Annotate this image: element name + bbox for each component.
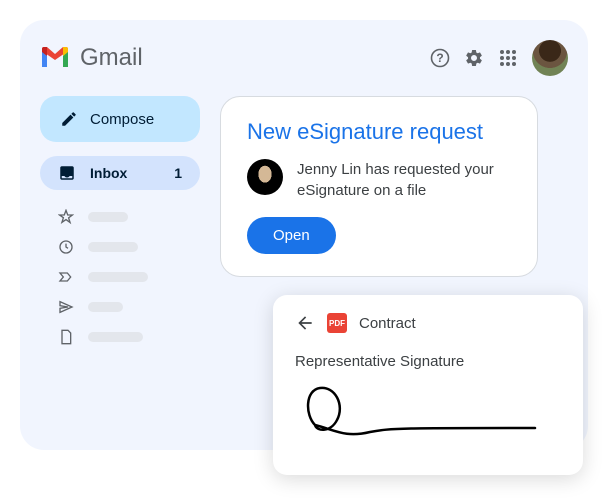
placeholder [88,272,148,282]
back-arrow-icon[interactable] [295,313,315,333]
apps-grid-icon[interactable] [498,48,518,68]
user-avatar[interactable] [532,40,568,76]
card-title: New eSignature request [247,119,511,145]
card-message: Jenny Lin has requested your eSignature … [297,159,511,201]
app-title: Gmail [80,44,143,72]
clock-icon [58,239,74,255]
send-icon [58,299,74,315]
pencil-icon [60,110,78,128]
sidebar-item-starred[interactable] [40,202,200,232]
gmail-logo-icon [40,47,70,69]
header-left: Gmail [40,44,143,72]
sidebar: Compose Inbox 1 [40,96,200,352]
sidebar-item-snoozed[interactable] [40,232,200,262]
inbox-icon [58,164,76,182]
esignature-card: New eSignature request Jenny Lin has req… [220,96,538,277]
inbox-count: 1 [174,165,182,181]
signature-header: PDF Contract [295,313,561,333]
signature-drawing [295,380,555,440]
card-row: Jenny Lin has requested your eSignature … [247,159,511,201]
placeholder [88,302,123,312]
svg-text:?: ? [436,51,443,65]
signature-field-label: Representative Signature [295,353,561,370]
help-icon[interactable]: ? [430,48,450,68]
open-button[interactable]: Open [247,217,336,254]
signature-panel: PDF Contract Representative Signature [273,295,583,475]
file-icon [58,329,74,345]
placeholder [88,212,128,222]
star-icon [58,209,74,225]
sender-avatar [247,159,283,195]
placeholder [88,332,143,342]
important-icon [58,269,74,285]
header-right: ? [430,40,568,76]
signature-filename: Contract [359,315,416,332]
header: Gmail ? [40,40,568,76]
inbox-label: Inbox [90,165,174,181]
gear-icon[interactable] [464,48,484,68]
sidebar-item-sent[interactable] [40,292,200,322]
sidebar-item-important[interactable] [40,262,200,292]
sidebar-item-drafts[interactable] [40,322,200,352]
pdf-badge-icon: PDF [327,313,347,333]
placeholder [88,242,138,252]
sidebar-item-inbox[interactable]: Inbox 1 [40,156,200,190]
compose-button[interactable]: Compose [40,96,200,142]
compose-label: Compose [90,111,154,128]
